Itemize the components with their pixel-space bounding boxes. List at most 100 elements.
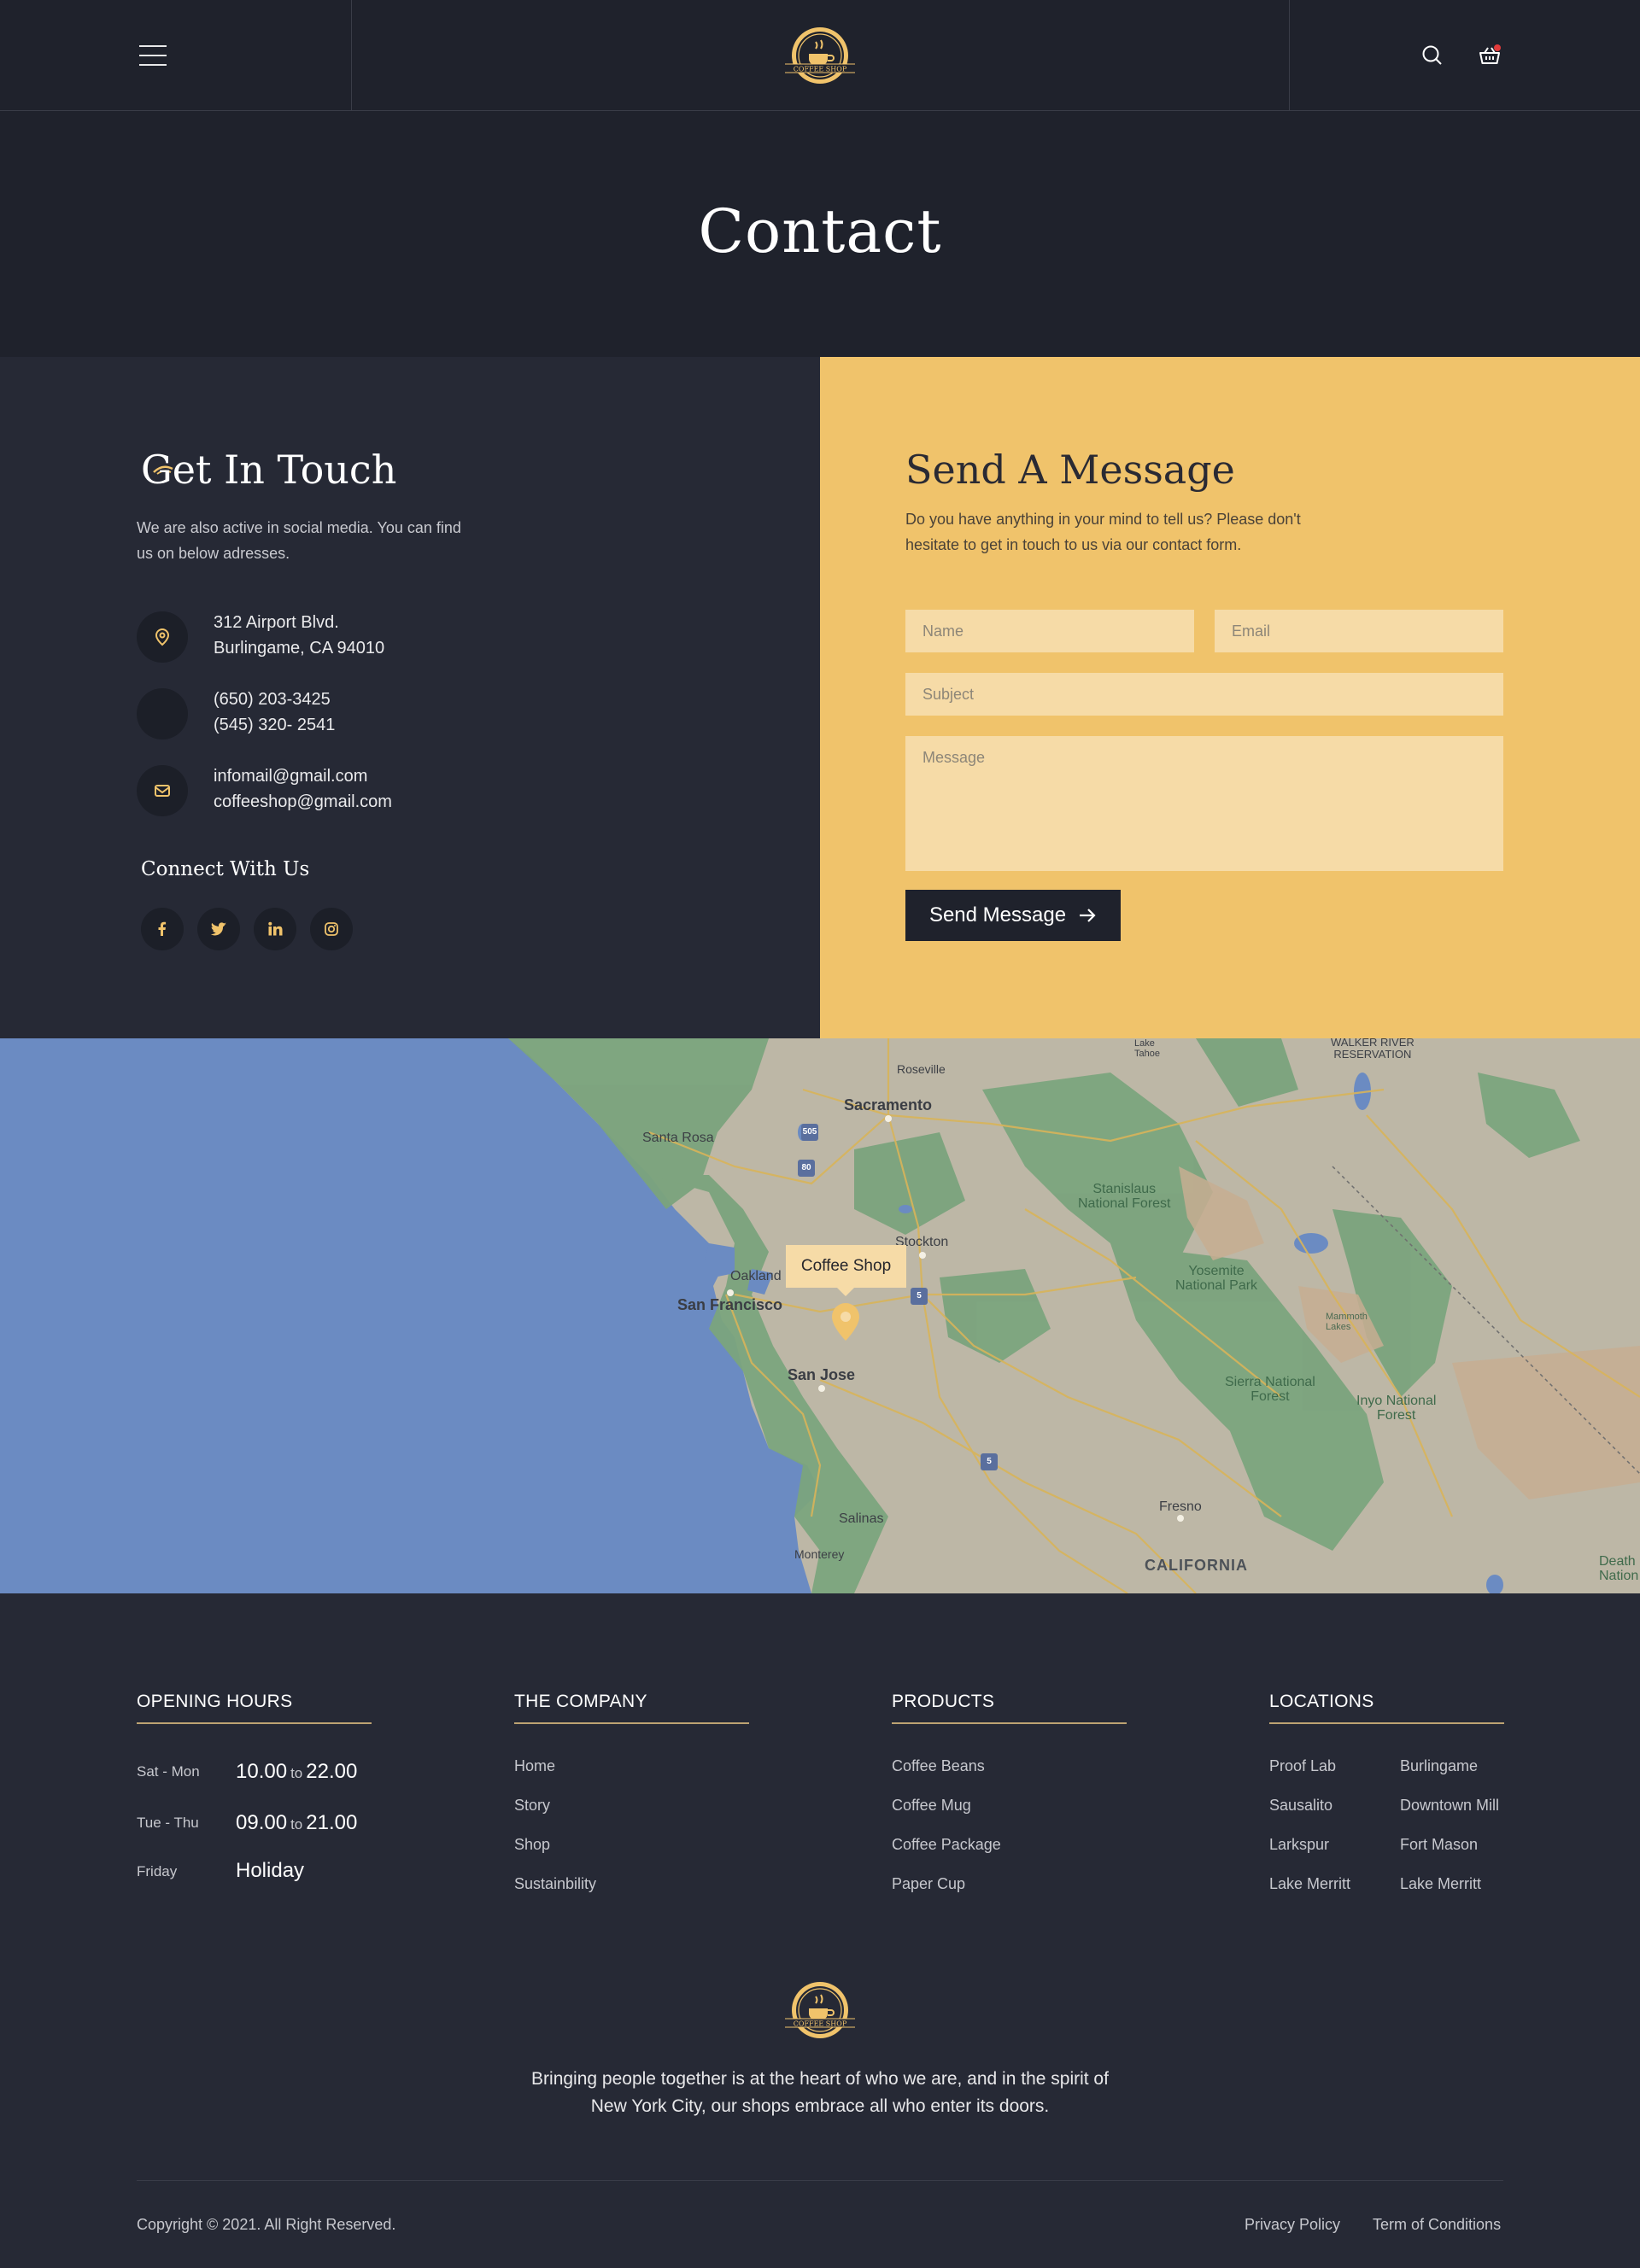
interstate-shield-icon: 5 — [981, 1453, 998, 1470]
footer-link-home[interactable]: Home — [514, 1757, 555, 1775]
search-icon[interactable] — [1420, 43, 1445, 68]
map-label-oakland: Oakland — [730, 1269, 782, 1283]
location-link[interactable]: Burlingame — [1400, 1757, 1478, 1775]
location-link[interactable]: Fort Mason — [1400, 1836, 1478, 1854]
header-divider — [1289, 0, 1290, 111]
hours-day: Friday — [137, 1863, 178, 1879]
basket-icon[interactable] — [1477, 43, 1502, 68]
location-link[interactable]: Downtown Mill — [1400, 1797, 1499, 1815]
map-label-fresno: Fresno — [1159, 1499, 1202, 1514]
hours-day: Tue - Thu — [137, 1815, 199, 1831]
envelope-icon — [137, 765, 188, 816]
map-label-sacramento: Sacramento — [844, 1096, 933, 1114]
terms-link[interactable]: Term of Conditions — [1373, 2216, 1501, 2234]
arrow-right-icon — [1080, 909, 1096, 922]
location-map[interactable]: Sacramento Roseville Santa Rosa Stockton… — [0, 1038, 1640, 1593]
location-link[interactable]: Lake Merritt — [1269, 1875, 1350, 1893]
interstate-shield-icon: 505 — [801, 1124, 818, 1141]
products-title: PRODUCTS — [892, 1692, 1127, 1724]
map-label-salinas: Salinas — [839, 1511, 884, 1526]
coffee-shop-logo[interactable]: COFFEE SHOP — [782, 23, 858, 88]
locations-column: LOCATIONS — [1269, 1692, 1504, 1724]
logo-text: COFFEE SHOP — [794, 66, 847, 73]
phone-2[interactable]: (545) 320- 2541 — [214, 712, 335, 738]
map-label-death-valley: Death Nation — [1599, 1554, 1639, 1583]
phone-1[interactable]: (650) 203-3425 — [214, 687, 335, 712]
send-message-panel: Send A Message Do you have anything in y… — [820, 357, 1640, 1038]
phone-icon — [137, 688, 188, 739]
facebook-icon[interactable] — [141, 908, 184, 950]
footer-link-coffee-beans[interactable]: Coffee Beans — [892, 1757, 985, 1775]
address-line-2: Burlingame, CA 94010 — [214, 639, 385, 658]
locations-title: LOCATIONS — [1269, 1692, 1504, 1724]
twitter-icon[interactable] — [197, 908, 240, 950]
footer-link-shop[interactable]: Shop — [514, 1836, 550, 1854]
map-label-santa-rosa: Santa Rosa — [642, 1131, 714, 1145]
map-label-tahoe: Lake Tahoe — [1134, 1038, 1160, 1059]
location-link[interactable]: Proof Lab — [1269, 1757, 1336, 1775]
footer-description: Bringing people together is at the heart… — [531, 2069, 1109, 2116]
send-message-text: Do you have anything in your mind to tel… — [905, 511, 1301, 553]
name-field[interactable] — [905, 610, 1194, 652]
instagram-icon[interactable] — [310, 908, 353, 950]
copyright: Copyright © 2021. All Right Reserved. — [137, 2216, 396, 2233]
message-field[interactable] — [905, 736, 1503, 871]
map-pin-icon[interactable] — [830, 1301, 861, 1342]
subject-field[interactable] — [905, 673, 1503, 716]
map-label-roseville: Roseville — [897, 1062, 946, 1076]
interstate-shield-icon: 80 — [798, 1160, 815, 1177]
footer-link-sustainability[interactable]: Sustainbility — [514, 1875, 596, 1893]
send-message-button-label: Send Message — [928, 903, 1067, 926]
get-in-touch-title: Get In Touch — [141, 447, 397, 493]
company-column: THE COMPANY — [514, 1692, 749, 1724]
footer-link-coffee-package[interactable]: Coffee Package — [892, 1836, 1001, 1854]
hours-time: 09.00 to 21.00 — [236, 1811, 357, 1835]
send-message-button[interactable]: Send Message — [905, 890, 1121, 941]
location-link[interactable]: Sausalito — [1269, 1797, 1332, 1815]
hours-close: 22.00 — [306, 1760, 358, 1783]
cart-badge — [1494, 44, 1501, 51]
map-marker-tooltip: Coffee Shop — [786, 1245, 906, 1296]
map-label-sierra: Sierra National Forest — [1225, 1375, 1315, 1404]
footer-link-story[interactable]: Story — [514, 1797, 550, 1815]
map-label-san-francisco: San Francisco — [677, 1296, 783, 1313]
footer-link-paper-cup[interactable]: Paper Cup — [892, 1875, 965, 1893]
footer-logo-text: COFFEE SHOP — [794, 2020, 847, 2028]
hours-open: 10.00 — [236, 1760, 288, 1783]
hours-sep: to — [290, 1765, 303, 1781]
get-in-touch-panel: Get In Touch We are also active in socia… — [0, 357, 820, 1038]
location-link[interactable]: Larkspur — [1269, 1836, 1329, 1854]
map-label-mammoth: Mammoth Lakes — [1326, 1312, 1368, 1332]
site-footer: OPENING HOURS Sat - Mon 10.00 to 22.00 Tue… — [0, 1593, 1640, 2268]
map-label-california: CALIFORNIA — [1145, 1557, 1248, 1574]
location-link[interactable]: Lake Merritt — [1400, 1875, 1481, 1893]
footer-divider — [137, 2180, 1503, 2181]
map-label-walker: WALKER RIVER RESERVATION — [1331, 1038, 1414, 1061]
map-label-monterey: Monterey — [794, 1547, 845, 1561]
hours-close: 21.00 — [306, 1811, 358, 1834]
hours-time: 10.00 to 22.00 — [236, 1760, 357, 1784]
email-2[interactable]: coffeeshop@gmail.com — [214, 789, 392, 815]
map-terrain — [508, 1038, 1640, 1593]
footer-link-coffee-mug[interactable]: Coffee Mug — [892, 1797, 971, 1815]
header-divider — [351, 0, 352, 111]
email-1[interactable]: infomail@gmail.com — [214, 763, 392, 789]
hamburger-menu-icon[interactable] — [139, 45, 167, 66]
company-title: THE COMPANY — [514, 1692, 749, 1724]
opening-hours-title: OPENING HOURS — [137, 1692, 372, 1724]
linkedin-icon[interactable] — [254, 908, 296, 950]
email-field[interactable] — [1215, 610, 1503, 652]
address-line-1: 312 Airport Blvd. — [214, 613, 339, 632]
hours-sep: to — [290, 1816, 303, 1833]
hours-day: Sat - Mon — [137, 1763, 200, 1780]
site-header: COFFEE SHOP — [0, 0, 1640, 111]
page-title: Contact — [698, 196, 942, 266]
privacy-policy-link[interactable]: Privacy Policy — [1245, 2216, 1340, 2234]
opening-hours-column: OPENING HOURS — [137, 1692, 372, 1724]
interstate-shield-icon: 5 — [911, 1288, 928, 1305]
footer-coffee-shop-logo[interactable]: COFFEE SHOP — [782, 1978, 858, 2043]
location-pin-icon — [137, 611, 188, 663]
get-in-touch-text: We are also active in social media. You … — [137, 519, 461, 562]
map-label-inyo: Inyo National Forest — [1356, 1394, 1437, 1423]
hours-open: 09.00 — [236, 1811, 288, 1834]
